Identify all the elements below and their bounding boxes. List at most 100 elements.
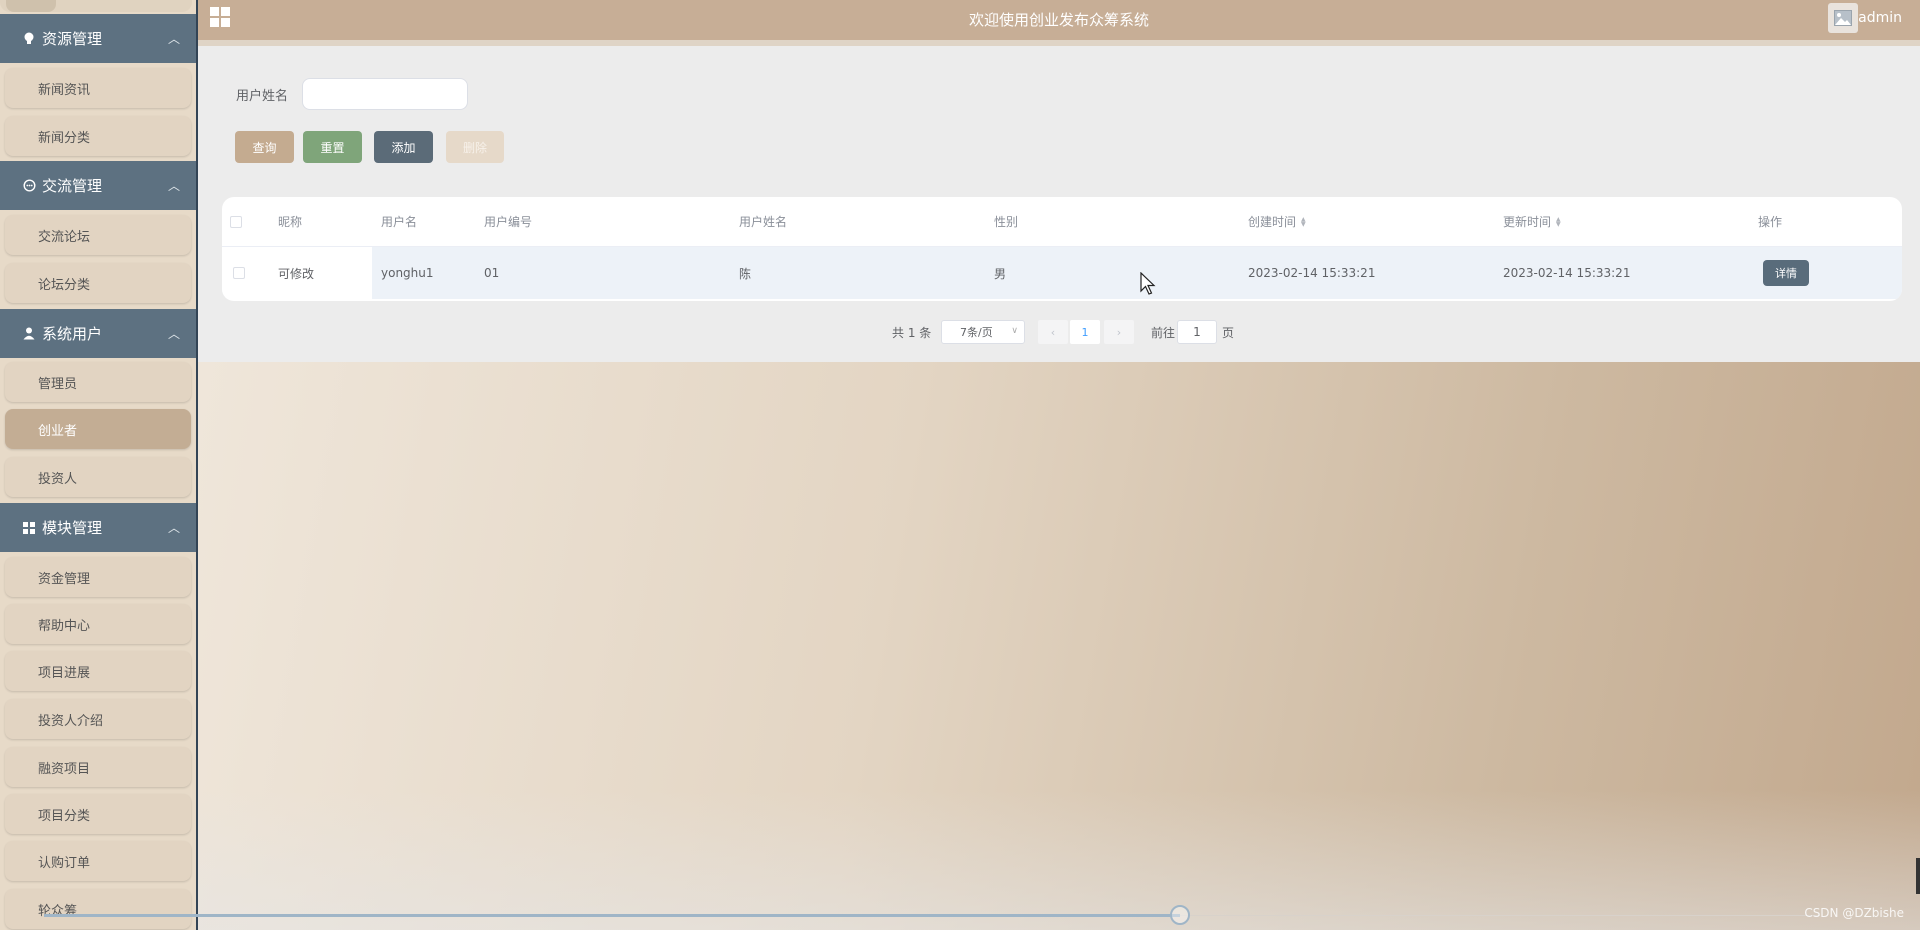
column-header: 昵称	[278, 215, 303, 229]
sidebar-item-label: 创业者	[38, 423, 78, 439]
page-size-value: 7条/页	[960, 326, 993, 339]
table-row[interactable]: 可修改 yonghu1 01 陈 男 2023-02-14 15:33:21 2…	[222, 247, 1902, 299]
chevron-up-icon: ︿	[167, 32, 180, 46]
sidebar-item-label: 新闻资讯	[38, 82, 91, 98]
chevron-right-icon: ›	[1116, 325, 1122, 339]
grid-icon	[22, 521, 36, 535]
cell-user-no: 01	[484, 266, 500, 280]
sidebar-item-entrepreneur[interactable]: 创业者	[5, 409, 191, 449]
sidebar-group-users[interactable]: 系统用户 ︿	[0, 309, 196, 358]
sidebar-item-label: 资金管理	[38, 571, 91, 587]
cell-nickname: 可修改	[278, 266, 315, 281]
cell-username: yonghu1	[381, 266, 434, 280]
chevron-up-icon: ︿	[167, 179, 180, 193]
chevron-up-icon: ︿	[167, 327, 180, 341]
chevron-up-icon: ︿	[167, 521, 180, 535]
sidebar-item-orders[interactable]: 认购订单	[5, 841, 191, 881]
avatar[interactable]	[1828, 3, 1858, 33]
sidebar-item-label: 帮助中心	[38, 618, 91, 634]
sidebar: 资源管理 ︿ 新闻资讯 新闻分类 交流管理 ︿ 交流论坛 论坛分类 系统用户 ︿…	[0, 0, 198, 930]
sidebar-item-progress[interactable]: 项目进展	[5, 651, 191, 691]
sidebar-item-label: 投资人介绍	[38, 713, 104, 729]
username-label[interactable]: admin	[1858, 10, 1902, 26]
sidebar-item-label: 论坛分类	[38, 277, 91, 293]
sidebar-group-modules[interactable]: 模块管理 ︿	[0, 503, 196, 552]
bulb-icon	[22, 32, 36, 46]
goto-label: 前往	[1151, 325, 1176, 340]
search-label: 用户姓名	[236, 89, 289, 104]
goto-page-input[interactable]	[1177, 320, 1217, 344]
sidebar-item-label: 项目进展	[38, 665, 91, 681]
sidebar-item-label: 项目分类	[38, 808, 91, 824]
chat-icon	[22, 179, 36, 193]
page-unit-label: 页	[1222, 325, 1235, 340]
slider-track[interactable]	[44, 914, 1180, 917]
sidebar-item-help[interactable]: 帮助中心	[5, 604, 191, 644]
column-header-updated[interactable]: 更新时间 ▲ ▼	[1503, 197, 1561, 246]
chevron-left-icon: ‹	[1050, 325, 1056, 339]
sidebar-group-label: 资源管理	[42, 30, 103, 48]
sidebar-item-investor-intro[interactable]: 投资人介绍	[5, 699, 191, 739]
prev-page-button[interactable]: ‹	[1038, 320, 1068, 344]
sidebar-item-crowdfunding[interactable]: 轮众筹	[5, 889, 191, 929]
reset-button[interactable]: 重置	[303, 131, 362, 163]
sort-icon[interactable]: ▲ ▼	[1556, 216, 1561, 227]
sidebar-group-communication[interactable]: 交流管理 ︿	[0, 161, 196, 210]
slider-track-rest	[1180, 915, 1820, 916]
data-table: 昵称 用户名 用户编号 用户姓名 性别 创建时间 ▲ ▼ 更新时间 ▲ ▼ 操作 可…	[222, 197, 1902, 301]
sidebar-item-label: 认购订单	[38, 855, 91, 871]
cell-gender: 男	[994, 266, 1007, 281]
column-header: 用户名	[381, 215, 418, 229]
sidebar-item-project-category[interactable]: 项目分类	[5, 794, 191, 834]
sidebar-item-news[interactable]: 新闻资讯	[5, 68, 191, 108]
user-icon	[22, 327, 36, 341]
page-title: 欢迎使用创业发布众筹系统	[968, 11, 1149, 29]
sidebar-group-resource[interactable]: 资源管理 ︿	[0, 14, 196, 63]
sidebar-item-label: 新闻分类	[38, 130, 91, 146]
column-header: 用户编号	[484, 215, 533, 229]
cell-real-name: 陈	[739, 266, 752, 281]
image-icon	[1834, 10, 1852, 26]
row-checkbox[interactable]	[233, 247, 245, 299]
cell-created: 2023-02-14 15:33:21	[1248, 266, 1376, 280]
column-header-created[interactable]: 创建时间 ▲ ▼	[1248, 197, 1306, 246]
sidebar-item-investor[interactable]: 投资人	[5, 457, 191, 497]
sidebar-item-news-category[interactable]: 新闻分类	[5, 116, 191, 156]
watermark: CSDN @DZbishe	[1804, 906, 1904, 920]
search-input[interactable]	[302, 78, 468, 110]
column-header-label: 更新时间	[1503, 215, 1552, 229]
sidebar-item-financing[interactable]: 融资项目	[5, 747, 191, 787]
page-number-current[interactable]: 1	[1070, 320, 1100, 344]
top-bar: 欢迎使用创业发布众筹系统 admin	[198, 0, 1920, 46]
page-size-select[interactable]: 7条/页 ∨	[941, 320, 1025, 344]
scrollbar-handle[interactable]	[1916, 858, 1920, 894]
next-page-button[interactable]: ›	[1104, 320, 1134, 344]
delete-button[interactable]: 删除	[446, 131, 504, 163]
sidebar-item-admin[interactable]: 管理员	[5, 362, 191, 402]
sidebar-item-label: 融资项目	[38, 761, 91, 777]
sidebar-group-label: 交流管理	[42, 177, 103, 195]
chevron-down-icon: ∨	[1011, 326, 1018, 336]
sidebar-item-label: 交流论坛	[38, 229, 91, 245]
sidebar-item-forum[interactable]: 交流论坛	[5, 215, 191, 255]
sidebar-group-label: 模块管理	[42, 519, 103, 537]
cell-updated: 2023-02-14 15:33:21	[1503, 266, 1631, 280]
slider-handle[interactable]	[1170, 905, 1190, 925]
sidebar-item-forum-category[interactable]: 论坛分类	[5, 263, 191, 303]
background-area	[198, 362, 1920, 930]
column-header-label: 创建时间	[1248, 215, 1297, 229]
query-button[interactable]: 查询	[235, 131, 294, 163]
select-all-checkbox[interactable]	[230, 197, 242, 246]
cell-action: 详情	[1763, 247, 1809, 299]
add-button[interactable]: 添加	[374, 131, 433, 163]
sidebar-item-label: 管理员	[38, 376, 78, 392]
column-header: 操作	[1758, 215, 1783, 229]
sidebar-item-label: 投资人	[38, 471, 78, 487]
table-header: 昵称 用户名 用户编号 用户姓名 性别 创建时间 ▲ ▼ 更新时间 ▲ ▼ 操作	[222, 197, 1902, 247]
detail-button[interactable]: 详情	[1763, 260, 1809, 286]
sidebar-group-label: 系统用户	[42, 325, 103, 343]
sidebar-top-item-inner	[6, 0, 56, 12]
sidebar-item-funds[interactable]: 资金管理	[5, 557, 191, 597]
sort-icon[interactable]: ▲ ▼	[1301, 216, 1306, 227]
column-header: 用户姓名	[739, 215, 788, 229]
